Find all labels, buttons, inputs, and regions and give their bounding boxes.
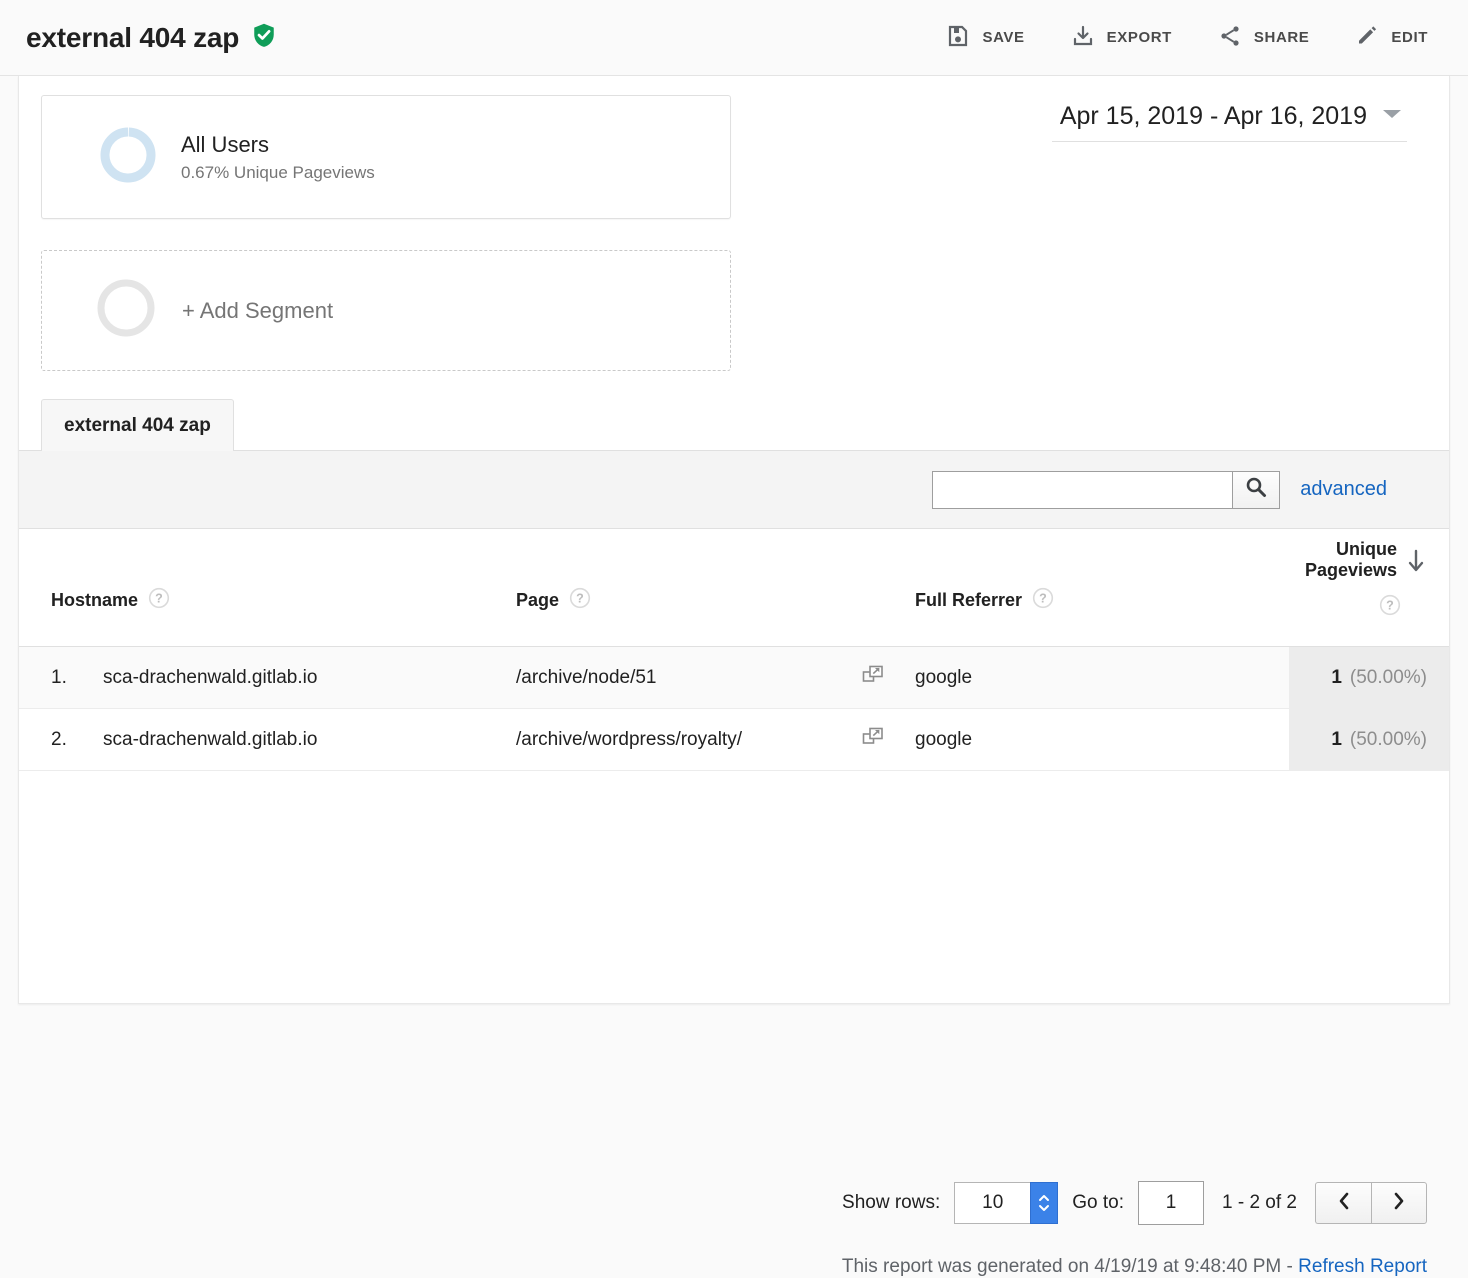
export-label: EXPORT [1107,29,1172,46]
column-label-hostname: Hostname [51,590,138,611]
table-row[interactable]: 2. sca-drachenwald.gitlab.io /archive/wo… [19,709,1449,771]
chevron-right-icon [1391,1191,1407,1216]
column-header-hostname[interactable]: Hostname ? [51,587,170,614]
pencil-icon [1355,24,1379,51]
row-percent: (50.00%) [1350,729,1427,751]
row-metric-cell: 1 (50.00%) [1289,647,1449,708]
goto-page-input[interactable] [1138,1181,1204,1225]
title-wrap: external 404 zap [26,21,277,54]
donut-ring-icon [97,124,159,191]
report-generated-text: This report was generated on 4/19/19 at … [842,1256,1298,1277]
pagination-controls: Show rows: 10 Go to: 1 - 2 of 2 [19,1168,1449,1238]
row-rank: 1. [51,667,91,689]
search-group [932,471,1280,509]
row-unique-pageviews: 1 [1331,667,1342,689]
report-table: Hostname ? Page ? Full R [19,529,1449,771]
rows-stepper[interactable] [1030,1182,1058,1224]
add-segment-button[interactable]: + Add Segment [41,250,731,371]
row-percent: (50.00%) [1350,667,1427,689]
range-text: 1 - 2 of 2 [1222,1192,1297,1214]
advanced-search-link[interactable]: advanced [1300,478,1387,501]
refresh-report-link[interactable]: Refresh Report [1298,1256,1427,1277]
export-button[interactable]: EXPORT [1057,18,1186,57]
segment-name: All Users [181,131,375,160]
metric-title: Unique Pageviews [1305,539,1397,580]
save-floppy-icon [946,24,970,51]
tab-external-404-zap[interactable]: external 404 zap [41,399,234,451]
save-button[interactable]: SAVE [932,18,1038,57]
edit-button[interactable]: EDIT [1341,18,1442,57]
row-rank: 2. [51,729,91,751]
add-segment-label: + Add Segment [182,298,333,324]
question-mark-icon[interactable]: ? [148,587,170,614]
row-referrer: google [915,729,972,751]
column-label-full-referrer: Full Referrer [915,590,1022,611]
column-header-unique-pageviews[interactable]: Unique Pageviews ? [1267,539,1427,621]
column-header-full-referrer[interactable]: Full Referrer ? [915,587,1054,614]
segment-all-users[interactable]: All Users 0.67% Unique Pageviews [41,95,731,219]
share-label: SHARE [1254,29,1310,46]
row-metric-cell: 1 (50.00%) [1289,709,1449,770]
metric-label-line2: Pageviews [1305,560,1397,581]
table-search-bar: advanced [19,451,1449,529]
row-hostname: sca-drachenwald.gitlab.io [103,729,317,751]
rows-per-page-select[interactable]: 10 [954,1182,1058,1224]
show-rows-label: Show rows: [842,1192,940,1214]
metric-label-line1: Unique [1305,539,1397,560]
question-mark-icon[interactable]: ? [1032,587,1054,614]
app-header: external 404 zap SAVE [0,0,1468,76]
question-mark-icon[interactable]: ? [1379,594,1401,621]
report-card: All Users 0.67% Unique Pageviews + Add S… [18,76,1450,1004]
search-input[interactable] [932,471,1232,509]
save-label: SAVE [982,29,1024,46]
segment-text: All Users 0.67% Unique Pageviews [181,131,375,184]
pagination-nav-group [1315,1182,1427,1224]
header-toolbar: SAVE EXPORT SHARE [914,18,1442,57]
table-row[interactable]: 1. sca-drachenwald.gitlab.io /archive/no… [19,647,1449,709]
svg-text:?: ? [576,592,584,606]
edit-label: EDIT [1391,29,1428,46]
empty-ring-icon [94,276,158,345]
open-in-new-window-icon[interactable] [862,726,884,754]
column-header-page[interactable]: Page ? [516,587,591,614]
rows-per-page-value: 10 [954,1182,1030,1224]
report-footer: This report was generated on 4/19/19 at … [19,1256,1449,1278]
download-icon [1071,24,1095,51]
segment-metric: 0.67% Unique Pageviews [181,163,375,183]
row-unique-pageviews: 1 [1331,729,1342,751]
open-in-new-window-icon[interactable] [862,664,884,692]
row-page: /archive/node/51 [516,667,657,689]
row-page: /archive/wordpress/royalty/ [516,729,742,751]
next-page-button[interactable] [1371,1182,1427,1224]
date-range-text: Apr 15, 2019 - Apr 16, 2019 [1060,102,1367,131]
svg-text:?: ? [1386,599,1394,613]
arrow-down-icon[interactable] [1405,549,1427,580]
svg-text:?: ? [1039,592,1047,606]
chevron-down-icon [1381,107,1403,126]
date-range-picker[interactable]: Apr 15, 2019 - Apr 16, 2019 [1052,98,1407,142]
metric-title-row: Unique Pageviews [1305,539,1427,580]
row-hostname: sca-drachenwald.gitlab.io [103,667,317,689]
question-mark-icon[interactable]: ? [569,587,591,614]
share-button[interactable]: SHARE [1204,18,1324,57]
tab-strip: external 404 zap [19,397,1449,451]
shield-check-icon [251,21,277,54]
previous-page-button[interactable] [1315,1182,1371,1224]
svg-text:?: ? [155,592,163,606]
goto-label: Go to: [1072,1192,1124,1214]
chevron-left-icon [1336,1191,1352,1216]
column-label-page: Page [516,590,559,611]
row-referrer: google [915,667,972,689]
page-title: external 404 zap [26,22,239,54]
share-nodes-icon [1218,24,1242,51]
search-icon [1245,476,1267,503]
search-button[interactable] [1232,471,1280,509]
table-header-row: Hostname ? Page ? Full R [19,529,1449,647]
